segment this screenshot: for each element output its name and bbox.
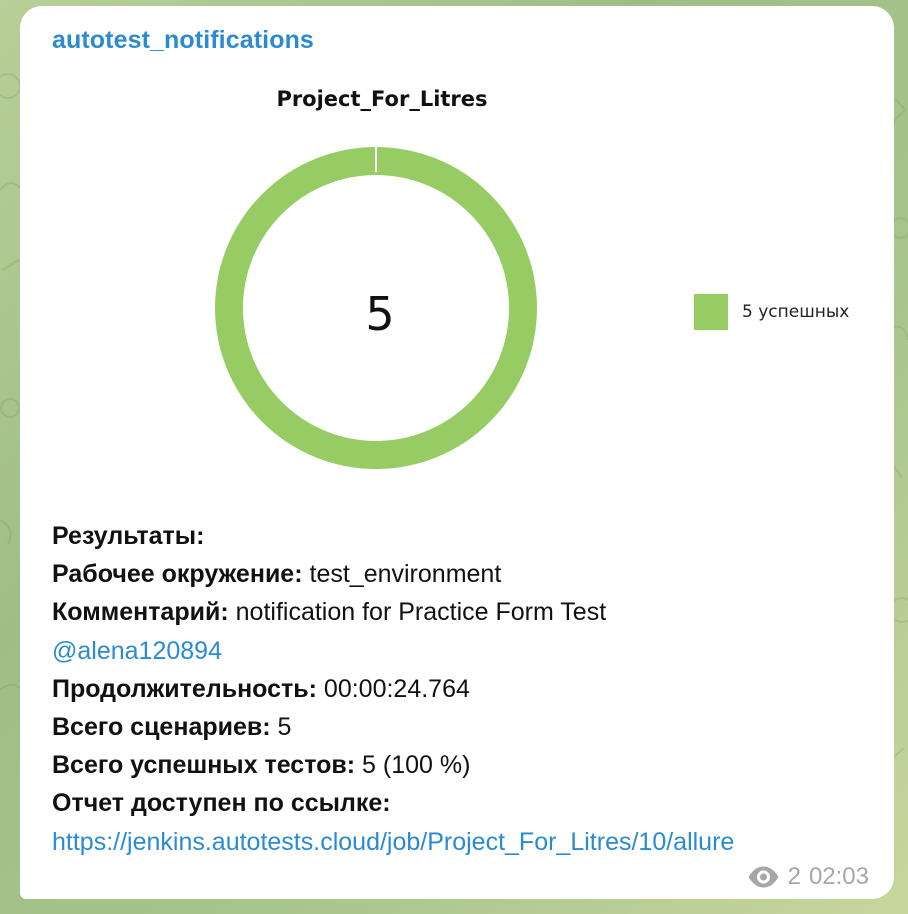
chart-image[interactable]: 5 Project_For_Litres 5 успешных <box>52 72 872 502</box>
comment-line: Комментарий: notification for Practice F… <box>52 593 882 631</box>
report-label: Отчет доступен по ссылке: <box>52 789 391 818</box>
comment-value: notification for Practice Form Test <box>235 598 607 627</box>
passed-tests-line: Всего успешных тестов: 5 (100 %) <box>52 746 882 784</box>
message-time: 02:03 <box>808 863 869 890</box>
total-scenarios-label: Всего сценариев: <box>52 713 271 742</box>
results-heading: Результаты: <box>52 522 205 550</box>
donut-chart: 5 <box>215 147 537 469</box>
environment-value: test_environment <box>309 560 502 589</box>
chart-center-value: 5 <box>365 287 394 341</box>
sender-name[interactable]: autotest_notifications <box>52 26 314 55</box>
view-count: 2 <box>787 863 801 890</box>
legend-swatch <box>694 294 728 330</box>
total-scenarios-value: 5 <box>277 713 292 742</box>
duration-label: Продолжительность: <box>52 674 317 703</box>
total-scenarios-line: Всего сценариев: 5 <box>52 708 882 746</box>
message-text: Результаты: Рабочее окружение: test_envi… <box>52 517 882 861</box>
user-mention-link[interactable]: @alena120894 <box>52 632 882 670</box>
message-meta: 2 02:03 <box>747 863 869 891</box>
chart-legend: 5 успешных <box>694 294 849 330</box>
passed-tests-value: 5 (100 %) <box>362 751 471 780</box>
message-bubble[interactable]: autotest_notifications 5 Project_For_Lit… <box>20 6 894 899</box>
duration-line: Продолжительность: 00:00:24.764 <box>52 670 882 708</box>
allure-report-link[interactable]: https://jenkins.autotests.cloud/job/Proj… <box>52 823 882 861</box>
passed-tests-label: Всего успешных тестов: <box>52 751 356 780</box>
environment-label: Рабочее окружение: <box>52 560 303 589</box>
legend-label: 5 успешных <box>742 302 850 322</box>
message-bubble-tail <box>28 862 54 884</box>
comment-label: Комментарий: <box>52 598 229 627</box>
duration-value: 00:00:24.764 <box>323 674 470 703</box>
eye-icon <box>748 866 779 888</box>
environment-line: Рабочее окружение: test_environment <box>52 555 882 593</box>
chart-title: Project_For_Litres <box>276 87 488 111</box>
